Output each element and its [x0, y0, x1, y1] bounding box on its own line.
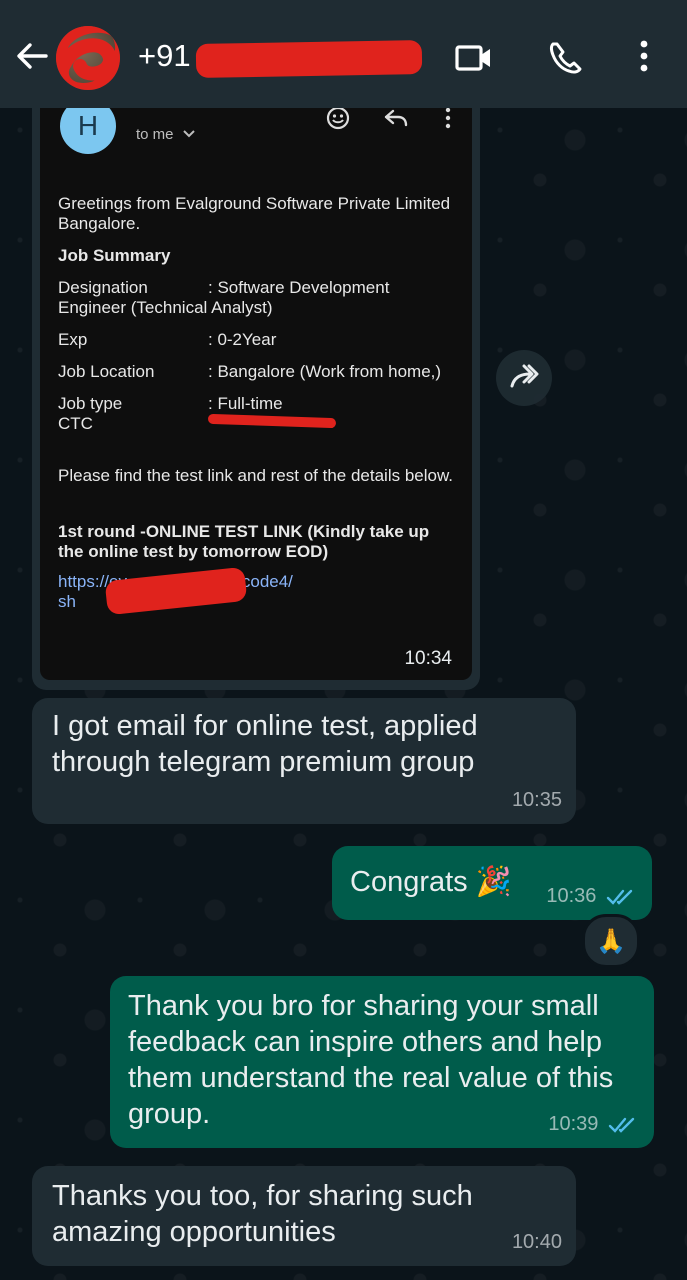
message-time: 10:36: [546, 885, 597, 907]
chevron-down-icon: [182, 130, 195, 138]
outgoing-message[interactable]: Congrats 🎉 10:36: [332, 846, 652, 920]
email-recipient: to me: [136, 126, 196, 143]
avatar-redaction-scribble: [56, 26, 120, 90]
reply-icon: [382, 104, 410, 132]
row-value: : Software Development Engineer (Technic…: [58, 278, 390, 317]
forward-button[interactable]: [496, 350, 552, 406]
reaction-emoji: 🙏: [596, 927, 626, 955]
email-instructions: Please find the test link and rest of th…: [58, 466, 454, 485]
message-meta: 10:36: [546, 878, 636, 914]
email-body: Greetings from Evalground Software Priva…: [58, 194, 458, 616]
email-avatar-letter: H: [77, 110, 99, 141]
message-text: Congrats 🎉: [350, 866, 512, 898]
email-row-jobtype: Job type : Full-time: [58, 394, 458, 414]
email-test-link: https://ev m/code4/ sh: [58, 566, 458, 616]
more-vert-icon[interactable]: [626, 36, 670, 80]
email-round-title: 1st round -ONLINE TEST LINK (Kindly take…: [58, 522, 430, 561]
chat-header: +91: [0, 0, 687, 108]
message-meta: 10:39: [548, 1106, 638, 1142]
email-row-location: Job Location: Bangalore (Work from home,…: [58, 362, 458, 382]
back-arrow-icon[interactable]: [12, 36, 52, 76]
email-more-icon: [434, 104, 462, 132]
message-time: 10:39: [548, 1113, 599, 1135]
email-row-exp: Exp : 0-2Year: [58, 330, 458, 350]
read-ticks-icon: [608, 1117, 635, 1133]
message-text: Thanks you too, for sharing such amazing…: [52, 1180, 473, 1248]
incoming-message[interactable]: Thanks you too, for sharing such amazing…: [32, 1166, 576, 1266]
email-screenshot: H to me Greetings from Evalground Softwa…: [40, 90, 472, 680]
reaction-badge[interactable]: 🙏: [582, 914, 640, 968]
contact-phone-prefix: +91: [138, 38, 191, 73]
outgoing-message[interactable]: Thank you bro for sharing your small fee…: [110, 976, 654, 1148]
email-greeting: Greetings from Evalground Software Priva…: [58, 194, 451, 233]
message-time: 10:34: [404, 648, 452, 669]
message-time: 10:35: [511, 789, 562, 811]
contact-name[interactable]: +91: [138, 38, 191, 74]
row-key: CTC: [58, 414, 93, 433]
email-to-line: to me: [136, 126, 174, 143]
link-line-2: sh: [58, 592, 76, 611]
incoming-message[interactable]: I got email for online test, applied thr…: [32, 698, 576, 824]
email-summary-title: Job Summary: [58, 246, 171, 265]
row-value: : Bangalore (Work from home,): [208, 362, 442, 381]
image-message-bubble[interactable]: H to me Greetings from Evalground Softwa…: [32, 90, 480, 690]
row-value: : Full-time: [208, 394, 283, 413]
row-key: Exp: [58, 330, 88, 349]
emoji-react-icon: [324, 104, 352, 132]
message-time: 10:40: [511, 1231, 562, 1253]
video-call-icon[interactable]: [452, 36, 496, 80]
row-key: Job type: [58, 394, 123, 413]
email-row-ctc: CTC: [58, 413, 458, 434]
voice-call-icon[interactable]: [544, 36, 588, 80]
email-row-designation: Designation: Software Development Engine…: [58, 278, 458, 318]
phone-redaction: [195, 40, 423, 78]
read-ticks-icon: [606, 889, 633, 905]
row-value: : 0-2Year: [208, 330, 277, 349]
contact-avatar[interactable]: [56, 26, 120, 90]
forward-icon: [510, 364, 539, 388]
message-text: I got email for online test, applied thr…: [52, 710, 478, 778]
